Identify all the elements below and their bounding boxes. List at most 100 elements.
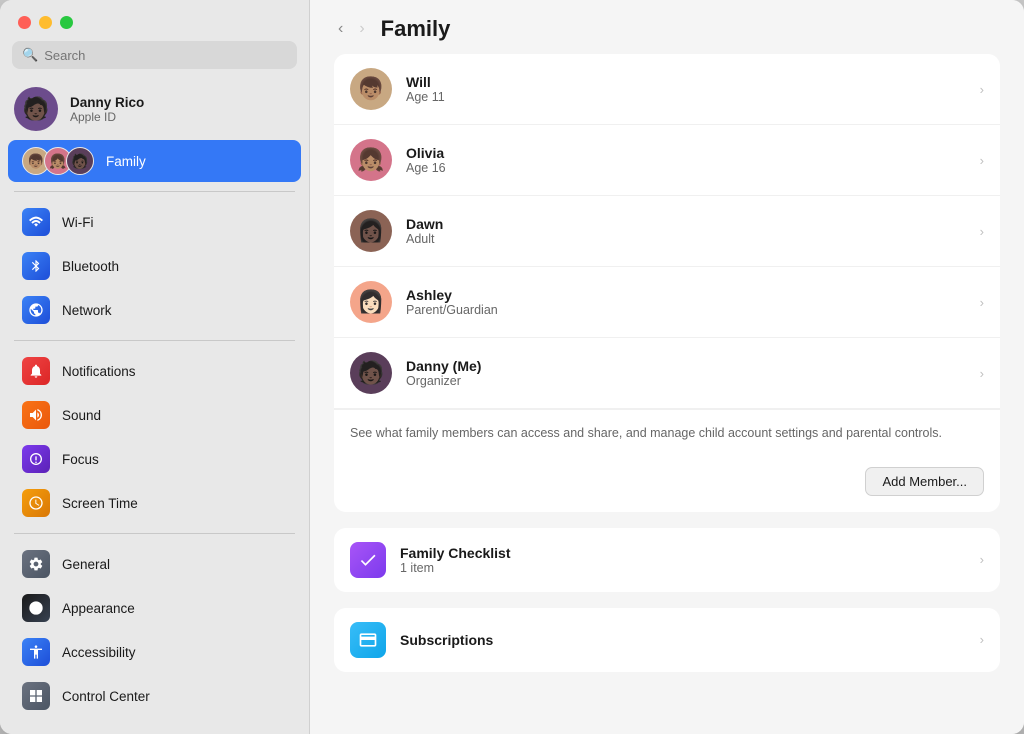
system-settings-window: 🔍 🧑🏿 Danny Rico Apple ID 👦🏽 👧🏽 🧑🏿 Family xyxy=(0,0,1024,734)
member-info: Ashley Parent/Guardian xyxy=(406,287,966,317)
sidebar-item-network[interactable]: Network xyxy=(8,289,301,331)
sidebar-item-sound-label: Sound xyxy=(62,408,101,423)
sidebar-item-focus-label: Focus xyxy=(62,452,99,467)
accessibility-icon xyxy=(22,638,50,666)
sidebar-item-network-label: Network xyxy=(62,303,112,318)
sidebar-item-focus[interactable]: Focus xyxy=(8,438,301,480)
sidebar-item-family-label: Family xyxy=(106,154,146,169)
add-member-row: Add Member... xyxy=(334,457,1000,512)
avatar: 👦🏽 xyxy=(350,68,392,110)
table-row[interactable]: 👩🏻 Ashley Parent/Guardian › xyxy=(334,267,1000,338)
avatar: 🧑🏿 xyxy=(350,352,392,394)
avatar: 👧🏽 xyxy=(350,139,392,181)
subscriptions-icon xyxy=(350,622,386,658)
sidebar-divider-1 xyxy=(14,191,295,192)
network-icon xyxy=(22,296,50,324)
member-info: Olivia Age 16 xyxy=(406,145,966,175)
search-bar[interactable]: 🔍 xyxy=(12,41,297,69)
checklist-count: 1 item xyxy=(400,561,966,575)
sidebar-divider-2 xyxy=(14,340,295,341)
sidebar-item-accessibility[interactable]: Accessibility xyxy=(8,631,301,673)
bluetooth-icon xyxy=(22,252,50,280)
chevron-right-icon: › xyxy=(980,295,984,310)
checklist-name: Family Checklist xyxy=(400,545,966,561)
profile-name: Danny Rico xyxy=(70,95,144,110)
member-name: Danny (Me) xyxy=(406,358,966,374)
avatar: 👩🏿 xyxy=(350,210,392,252)
sidebar-item-screentime[interactable]: Screen Time xyxy=(8,482,301,524)
screentime-icon xyxy=(22,489,50,517)
sidebar-item-bluetooth-label: Bluetooth xyxy=(62,259,119,274)
member-name: Will xyxy=(406,74,966,90)
sidebar-item-wifi[interactable]: Wi-Fi xyxy=(8,201,301,243)
profile-info: Danny Rico Apple ID xyxy=(70,95,144,124)
sidebar-item-controlcenter[interactable]: Control Center xyxy=(8,675,301,717)
sidebar-item-general-label: General xyxy=(62,557,110,572)
member-name: Olivia xyxy=(406,145,966,161)
family-avatars-icon: 👦🏽 👧🏽 🧑🏿 xyxy=(22,147,94,175)
subscriptions-info: Subscriptions xyxy=(400,632,966,648)
member-info: Danny (Me) Organizer xyxy=(406,358,966,388)
focus-icon xyxy=(22,445,50,473)
chevron-right-icon: › xyxy=(980,552,984,567)
general-icon xyxy=(22,550,50,578)
chevron-right-icon: › xyxy=(980,153,984,168)
table-row[interactable]: 👧🏽 Olivia Age 16 › xyxy=(334,125,1000,196)
member-role: Age 16 xyxy=(406,161,966,175)
sidebar-item-general[interactable]: General xyxy=(8,543,301,585)
forward-button[interactable]: › xyxy=(355,18,368,40)
member-role: Age 11 xyxy=(406,90,966,104)
family-members-card: 👦🏽 Will Age 11 › 👧🏽 Olivia Age 16 › xyxy=(334,54,1000,512)
family-checklist-card[interactable]: Family Checklist 1 item › xyxy=(334,528,1000,592)
sound-icon xyxy=(22,401,50,429)
main-content: ‹ › Family 👦🏽 Will Age 11 › 👧🏽 xyxy=(310,0,1024,734)
profile-subtitle: Apple ID xyxy=(70,110,144,124)
member-role: Parent/Guardian xyxy=(406,303,966,317)
sidebar-profile[interactable]: 🧑🏿 Danny Rico Apple ID xyxy=(0,79,309,139)
sidebar-item-wifi-label: Wi-Fi xyxy=(62,215,93,230)
member-name: Dawn xyxy=(406,216,966,232)
member-name: Ashley xyxy=(406,287,966,303)
main-header: ‹ › Family xyxy=(310,0,1024,54)
sidebar-item-sound[interactable]: Sound xyxy=(8,394,301,436)
member-info: Dawn Adult xyxy=(406,216,966,246)
add-member-button[interactable]: Add Member... xyxy=(865,467,984,496)
chevron-right-icon: › xyxy=(980,366,984,381)
avatar: 👩🏻 xyxy=(350,281,392,323)
sidebar-item-accessibility-label: Accessibility xyxy=(62,645,136,660)
back-button[interactable]: ‹ xyxy=(334,18,347,40)
checklist-info: Family Checklist 1 item xyxy=(400,545,966,575)
sidebar-divider-3 xyxy=(14,533,295,534)
close-button[interactable] xyxy=(18,16,31,29)
minimize-button[interactable] xyxy=(39,16,52,29)
controlcenter-icon xyxy=(22,682,50,710)
family-avatar-3: 🧑🏿 xyxy=(66,147,94,175)
content-area: 👦🏽 Will Age 11 › 👧🏽 Olivia Age 16 › xyxy=(310,54,1024,696)
member-info: Will Age 11 xyxy=(406,74,966,104)
search-icon: 🔍 xyxy=(22,47,38,63)
notifications-icon xyxy=(22,357,50,385)
sidebar-item-appearance-label: Appearance xyxy=(62,601,135,616)
member-role: Adult xyxy=(406,232,966,246)
maximize-button[interactable] xyxy=(60,16,73,29)
traffic-lights xyxy=(0,0,309,41)
checklist-icon xyxy=(350,542,386,578)
sidebar-item-family[interactable]: 👦🏽 👧🏽 🧑🏿 Family xyxy=(8,140,301,182)
table-row[interactable]: 🧑🏿 Danny (Me) Organizer › xyxy=(334,338,1000,409)
page-title: Family xyxy=(381,16,451,42)
chevron-right-icon: › xyxy=(980,224,984,239)
sidebar: 🔍 🧑🏿 Danny Rico Apple ID 👦🏽 👧🏽 🧑🏿 Family xyxy=(0,0,310,734)
search-input[interactable] xyxy=(44,48,287,63)
subscriptions-card[interactable]: Subscriptions › xyxy=(334,608,1000,672)
sidebar-item-appearance[interactable]: Appearance xyxy=(8,587,301,629)
table-row[interactable]: 👦🏽 Will Age 11 › xyxy=(334,54,1000,125)
sidebar-item-screentime-label: Screen Time xyxy=(62,496,138,511)
appearance-icon xyxy=(22,594,50,622)
subscriptions-name: Subscriptions xyxy=(400,632,966,648)
avatar: 🧑🏿 xyxy=(14,87,58,131)
sidebar-item-bluetooth[interactable]: Bluetooth xyxy=(8,245,301,287)
sidebar-item-notifications[interactable]: Notifications xyxy=(8,350,301,392)
table-row[interactable]: 👩🏿 Dawn Adult › xyxy=(334,196,1000,267)
family-note: See what family members can access and s… xyxy=(334,409,1000,457)
chevron-right-icon: › xyxy=(980,632,984,647)
